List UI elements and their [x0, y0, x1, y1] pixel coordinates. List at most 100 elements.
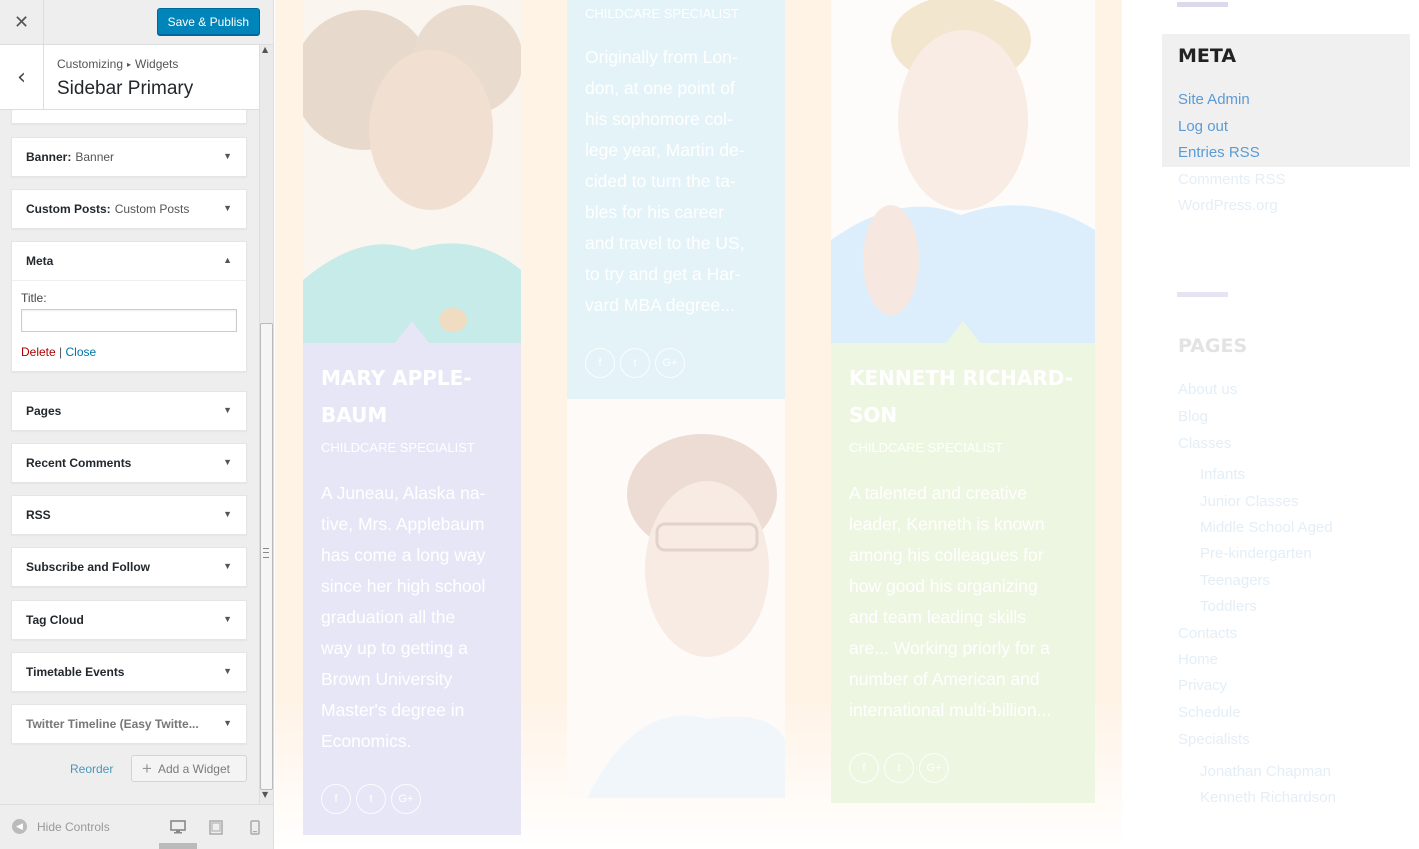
bio-line: how good his organizing — [849, 576, 1038, 596]
expand-arrow-icon[interactable]: ▼ — [223, 666, 232, 676]
page-link[interactable]: Specialists — [1178, 731, 1250, 748]
section-title: Sidebar Primary — [57, 78, 194, 99]
team-card-kenneth: KENNETH RICHARD- SON CHILDCARE SPECIALIS… — [831, 321, 1095, 803]
google-plus-icon[interactable]: G+ — [919, 753, 949, 783]
widget-name: Recent Comments — [26, 456, 132, 470]
twitter-icon[interactable]: t — [620, 348, 650, 378]
widget-custom-posts[interactable]: Custom Posts: Custom Posts ▼ — [11, 189, 247, 229]
subpage-link[interactable]: Middle School Aged — [1200, 519, 1333, 536]
widget-subscribe-follow[interactable]: Subscribe and Follow ▼ — [11, 547, 247, 587]
twitter-icon[interactable]: t — [356, 784, 386, 814]
widget-twitter-timeline[interactable]: Twitter Timeline (Easy Twitte... ▼ — [11, 704, 247, 744]
expand-arrow-icon[interactable]: ▼ — [223, 405, 232, 415]
bio-line: tive, Mrs. Applebaum — [321, 514, 485, 534]
bio-line: among his colleagues for — [849, 545, 1044, 565]
widget-header[interactable]: Subscribe and Follow ▼ — [12, 548, 246, 586]
widget-partial[interactable] — [11, 110, 247, 124]
entries-rss-link[interactable]: Entries RSS — [1178, 144, 1260, 161]
widget-tag-cloud[interactable]: Tag Cloud ▼ — [11, 600, 247, 640]
subpage-link[interactable]: Jonathan Chapman — [1200, 763, 1331, 780]
widget-form: Title: Delete | Close — [12, 280, 246, 371]
desktop-preview-button[interactable] — [167, 816, 189, 838]
collapse-arrow-icon[interactable]: ▲ — [223, 255, 232, 265]
page-link[interactable]: Privacy — [1178, 677, 1227, 694]
tablet-preview-button[interactable] — [205, 816, 227, 838]
expand-arrow-icon[interactable]: ▼ — [223, 509, 232, 519]
facebook-icon[interactable]: f — [321, 784, 351, 814]
widget-header[interactable]: Tag Cloud ▼ — [12, 601, 246, 639]
subpage-link[interactable]: Infants — [1200, 466, 1245, 483]
facebook-icon[interactable]: f — [849, 753, 879, 783]
page-link[interactable]: Classes — [1178, 435, 1231, 452]
page-link[interactable]: Blog — [1178, 408, 1208, 425]
subpage-link[interactable]: Kenneth Richardson — [1200, 789, 1336, 806]
scroll-down-icon[interactable]: ▼ — [262, 790, 268, 799]
title-input[interactable] — [21, 309, 237, 332]
hide-controls-button[interactable]: ◀ Hide Controls — [12, 819, 110, 834]
page-link[interactable]: Schedule — [1178, 704, 1241, 721]
google-plus-icon[interactable]: G+ — [391, 784, 421, 814]
bio-line: leader, Kenneth is known — [849, 514, 1045, 534]
widget-pages[interactable]: Pages ▼ — [11, 391, 247, 431]
log-out-link[interactable]: Log out — [1178, 118, 1228, 135]
twitter-icon[interactable]: t — [884, 753, 914, 783]
bio-line: lege year, Martin de- — [585, 140, 745, 160]
card-pointer-icon — [946, 321, 980, 343]
page-link[interactable]: Contacts — [1178, 625, 1237, 642]
widget-header[interactable]: Timetable Events ▼ — [12, 653, 246, 691]
widget-name: Custom Posts: — [26, 202, 111, 216]
title-label: Title: — [21, 291, 47, 305]
expand-arrow-icon[interactable]: ▼ — [223, 561, 232, 571]
close-icon: ✕ — [13, 11, 30, 33]
bio-line: since her high school — [321, 576, 486, 596]
subpage-link[interactable]: Junior Classes — [1200, 493, 1298, 510]
widget-header[interactable]: Pages ▼ — [12, 392, 246, 430]
bio-line: number of American and — [849, 669, 1040, 689]
expand-arrow-icon[interactable]: ▼ — [223, 457, 232, 467]
subpage-link[interactable]: Pre-kindergarten — [1200, 545, 1312, 562]
widget-header[interactable]: Meta ▲ — [12, 242, 246, 280]
widget-timetable-events[interactable]: Timetable Events ▼ — [11, 652, 247, 692]
add-widget-label: Add a Widget — [157, 761, 230, 776]
bio-line: has come a long way — [321, 545, 486, 565]
expand-arrow-icon[interactable]: ▼ — [223, 614, 232, 624]
pages-widget-title: PAGES — [1178, 335, 1248, 357]
expand-arrow-icon[interactable]: ▼ — [223, 203, 232, 213]
close-button[interactable]: ✕ — [0, 0, 44, 44]
widget-header[interactable]: Recent Comments ▼ — [12, 444, 246, 482]
back-button[interactable]: ‹ — [0, 45, 44, 109]
member-name-line2: SON — [849, 403, 898, 427]
add-widget-button[interactable]: + Add a Widget — [131, 755, 247, 782]
close-link[interactable]: Close — [65, 345, 96, 359]
widget-header[interactable]: Twitter Timeline (Easy Twitte... ▼ — [12, 705, 246, 743]
expand-arrow-icon[interactable]: ▼ — [223, 718, 232, 728]
widget-subtitle: Banner — [75, 150, 115, 164]
widget-header[interactable]: RSS ▼ — [12, 496, 246, 534]
widgets-list: Banner: Banner ▼ Custom Posts: Custom Post… — [0, 110, 259, 804]
scroll-up-icon[interactable]: ▲ — [262, 45, 268, 54]
save-publish-button[interactable]: Save & Publish — [156, 8, 260, 35]
reorder-link[interactable]: Reorder — [70, 762, 113, 776]
facebook-icon[interactable]: f — [585, 348, 615, 378]
site-admin-link[interactable]: Site Admin — [1178, 91, 1250, 108]
mobile-preview-button[interactable] — [244, 816, 266, 838]
expand-arrow-icon[interactable]: ▼ — [223, 151, 232, 161]
wordpress-org-link[interactable]: WordPress.org — [1178, 197, 1278, 214]
widget-banner[interactable]: Banner: Banner ▼ — [11, 137, 247, 177]
widget-recent-comments[interactable]: Recent Comments ▼ — [11, 443, 247, 483]
subpage-link[interactable]: Teenagers — [1200, 572, 1270, 589]
actions-separator: | — [55, 345, 66, 359]
page-link[interactable]: About us — [1178, 381, 1237, 398]
comments-rss-link[interactable]: Comments RSS — [1178, 171, 1286, 188]
widget-rss[interactable]: RSS ▼ — [11, 495, 247, 535]
widget-meta[interactable]: Meta ▲ Title: Delete | Close — [11, 241, 247, 372]
bio-line: Originally from Lon- — [585, 47, 738, 67]
google-plus-icon[interactable]: G+ — [655, 348, 685, 378]
subpage-link[interactable]: Toddlers — [1200, 598, 1257, 615]
delete-link[interactable]: Delete — [21, 345, 56, 359]
team-card-mary: MARY APPLE- BAUM CHILDCARE SPECIALIST A … — [303, 321, 521, 835]
widget-header[interactable]: Custom Posts: Custom Posts ▼ — [12, 190, 246, 228]
widget-header[interactable]: Banner: Banner ▼ — [12, 138, 246, 176]
bio-line: vard MBA degree... — [585, 295, 735, 315]
page-link[interactable]: Home — [1178, 651, 1218, 668]
